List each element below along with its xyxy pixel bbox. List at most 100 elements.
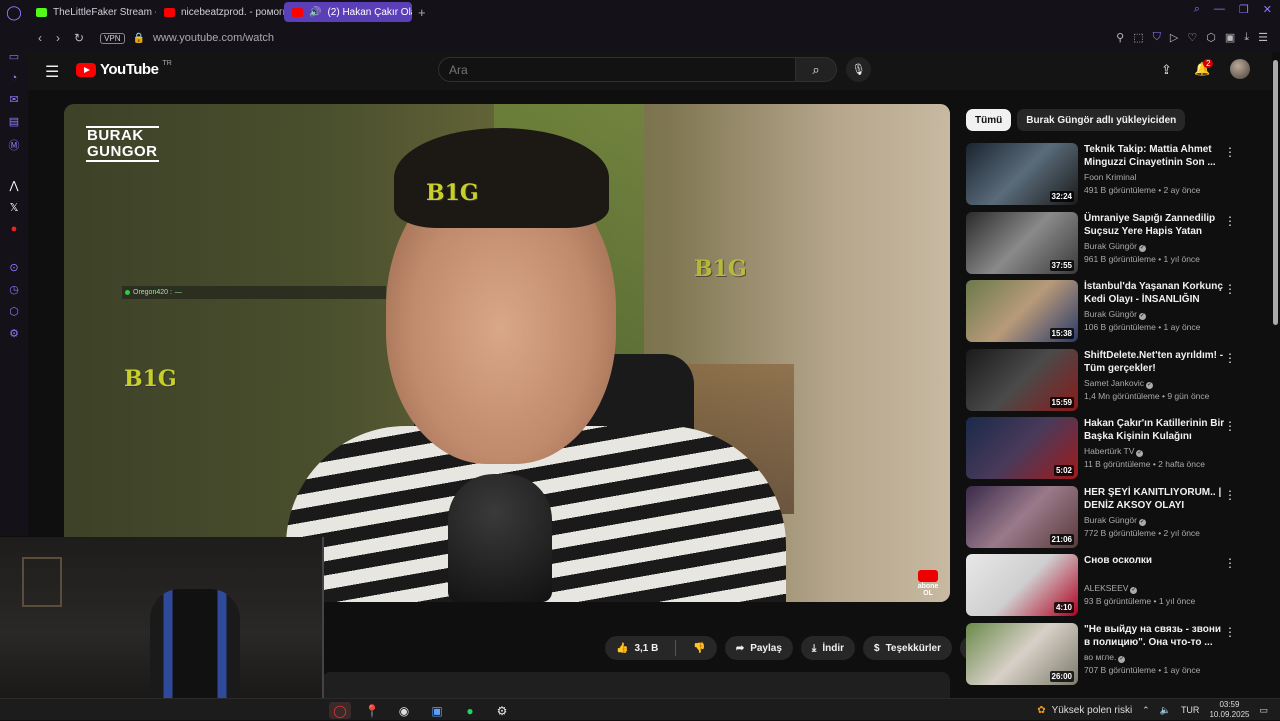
x-icon[interactable]: 𝕏 xyxy=(10,201,19,214)
scrollbar-thumb[interactable] xyxy=(1273,60,1278,325)
opera-logo-icon[interactable]: ◯ xyxy=(0,0,28,24)
new-tab-button[interactable]: + xyxy=(412,5,432,20)
menu-icon[interactable]: ☰ xyxy=(1258,31,1268,44)
hamburger-menu-icon[interactable]: ☰ xyxy=(45,62,59,82)
more-vertical-icon[interactable]: ⋮ xyxy=(1224,214,1236,228)
extensions-icon[interactable]: ⬡ xyxy=(1206,31,1216,44)
search-input[interactable] xyxy=(449,62,795,77)
channel-name[interactable]: ALEKSEEV ✓ xyxy=(1084,583,1224,594)
channel-name[interactable]: Burak Güngör ✓ xyxy=(1084,241,1224,252)
player-icon[interactable]: ⊙ xyxy=(9,261,18,274)
volume-icon[interactable]: 🔈 xyxy=(1160,705,1171,716)
chevron-up-icon[interactable]: ⌃ xyxy=(1142,705,1150,716)
ai-icon[interactable]: ⋀ xyxy=(9,179,18,192)
aria-icon[interactable]: ▭ xyxy=(9,50,19,63)
reload-icon[interactable]: ↻ xyxy=(74,31,84,45)
recommendation-item[interactable]: 15:38 İstanbul'da Yaşanan Korkunç Kedi Ol… xyxy=(966,280,1242,342)
video-title[interactable]: "Не выйду на связь - звони в полицию". О… xyxy=(1084,623,1226,649)
voice-search-button[interactable]: 🎙 xyxy=(846,57,871,82)
avatar[interactable] xyxy=(1230,59,1250,79)
video-player[interactable]: BURAK GUNGOR B1G B1G B1G Oregon420 : — a… xyxy=(64,104,950,602)
video-title[interactable]: HER ŞEYİ KANITLIYORUM.. | DENİZ AKSOY OL… xyxy=(1084,486,1226,512)
heart-icon[interactable]: ♡ xyxy=(1187,31,1197,44)
channel-name[interactable]: Burak Güngör ✓ xyxy=(1084,309,1224,320)
thanks-button[interactable]: $ Teşekkürler xyxy=(863,636,952,660)
clock-icon[interactable]: ◷ xyxy=(9,283,19,296)
tab-youtube-active[interactable]: 🔊 (2) Hakan Çakır Olayı xyxy=(284,2,412,22)
close-icon[interactable]: ✕ xyxy=(1263,3,1272,16)
history-icon[interactable]: ◔ xyxy=(11,72,18,84)
video-thumbnail[interactable]: 21:06 xyxy=(966,486,1078,548)
minimize-icon[interactable]: — xyxy=(1214,3,1225,16)
more-vertical-icon[interactable]: ⋮ xyxy=(1224,419,1236,433)
restore-icon[interactable]: ❐ xyxy=(1239,3,1249,16)
recommendation-item[interactable]: 4:10 Снов осколки ALEKSEEV ✓ 93 B görüntülem… xyxy=(966,554,1242,616)
video-thumbnail[interactable]: 4:10 xyxy=(966,554,1078,616)
url-field[interactable]: www.youtube.com/watch xyxy=(153,32,274,44)
more-vertical-icon[interactable]: ⋮ xyxy=(1224,145,1236,159)
channel-name[interactable]: Burak Güngör ✓ xyxy=(1084,515,1224,526)
shield-icon[interactable]: ⛉ xyxy=(1153,31,1161,44)
language-indicator[interactable]: TUR xyxy=(1181,705,1200,715)
video-thumbnail[interactable]: 37:55 xyxy=(966,212,1078,274)
search-box[interactable] xyxy=(438,57,796,82)
more-vertical-icon[interactable]: ⋮ xyxy=(1224,282,1236,296)
channel-name[interactable]: Habertürk TV ✓ xyxy=(1084,446,1224,457)
recommendation-item[interactable]: 15:59 ShiftDelete.Net'ten ayrıldım! - Tüm… xyxy=(966,349,1242,411)
upload-icon[interactable]: ⇪ xyxy=(1161,62,1172,78)
taskbar-maps-icon[interactable]: 📍 xyxy=(361,702,383,719)
recommendation-item[interactable]: 32:24 Teknik Takip: Mattia Ahmet Minguzzi… xyxy=(966,143,1242,205)
pinboard-icon[interactable]: ▤ xyxy=(9,115,19,128)
box-icon[interactable]: ⬡ xyxy=(9,305,19,318)
channel-name[interactable]: во мгле. ✓ xyxy=(1084,652,1224,663)
taskbar-obs-icon[interactable]: ◉ xyxy=(393,702,415,719)
dislike-button[interactable]: 👎 xyxy=(682,636,716,660)
video-thumbnail[interactable]: 5:02 xyxy=(966,417,1078,479)
recommendation-item[interactable]: 37:55 Ümraniye Sapığı Zannedilip Suçsuz Y… xyxy=(966,212,1242,274)
messenger-icon[interactable]: Ⓜ xyxy=(9,137,20,153)
recommendation-item[interactable]: 26:00 "Не выйду на связь - звони в полици… xyxy=(966,623,1242,685)
chip-all[interactable]: Tümü xyxy=(966,109,1012,131)
taskbar-explorer-icon[interactable]: ▣ xyxy=(426,702,448,719)
pin-icon[interactable]: ⚲ xyxy=(1116,31,1124,44)
vpn-badge[interactable]: VPN xyxy=(100,32,125,44)
more-vertical-icon[interactable]: ⋮ xyxy=(1224,488,1236,502)
video-thumbnail[interactable]: 26:00 xyxy=(966,623,1078,685)
taskbar-settings-icon[interactable]: ⚙ xyxy=(491,702,513,719)
lock-icon[interactable]: 🔒 xyxy=(133,33,145,44)
video-title[interactable]: Hakan Çakır'ın Katillerinin Bir Başka Ki… xyxy=(1084,417,1226,444)
forward-icon[interactable]: › xyxy=(56,31,60,45)
video-thumbnail[interactable]: 15:38 xyxy=(966,280,1078,342)
channel-name[interactable]: Samet Jankovic ✓ xyxy=(1084,378,1224,389)
snapshot-icon[interactable]: ⬚ xyxy=(1133,31,1143,44)
video-title[interactable]: ShiftDelete.Net'ten ayrıldım! - Tüm gerç… xyxy=(1084,349,1226,375)
video-title[interactable]: Снов осколки xyxy=(1084,554,1226,567)
taskbar-spotify-icon[interactable]: ● xyxy=(459,702,481,719)
play-icon[interactable]: ▷ xyxy=(1170,31,1178,44)
download-button[interactable]: ⤓ İndir xyxy=(800,636,855,660)
recommendation-item[interactable]: 21:06 HER ŞEYİ KANITLIYORUM.. | DENİZ AKS… xyxy=(966,486,1242,548)
notification-center-icon[interactable]: ▭ xyxy=(1259,705,1268,716)
more-vertical-icon[interactable]: ⋮ xyxy=(1224,625,1236,639)
video-thumbnail[interactable]: 32:24 xyxy=(966,143,1078,205)
music-icon[interactable]: ● xyxy=(11,223,18,235)
share-button[interactable]: ➦ Paylaş xyxy=(724,636,793,660)
description-box[interactable] xyxy=(322,672,950,698)
recommendation-item[interactable]: 5:02 Hakan Çakır'ın Katillerinin Bir Başk… xyxy=(966,417,1242,479)
back-icon[interactable]: ‹ xyxy=(38,31,42,45)
tab-youtube-nicebeatz[interactable]: nicebeatzprod. - ромоги xyxy=(156,2,284,22)
wallet-icon[interactable]: ▣ xyxy=(1225,31,1235,44)
more-vertical-icon[interactable]: ⋮ xyxy=(1224,351,1236,365)
like-button[interactable]: 👍 3,1 B xyxy=(605,636,669,660)
channel-name[interactable]: Foon Kriminal xyxy=(1084,172,1224,182)
video-title[interactable]: İstanbul'da Yaşanan Korkunç Kedi Olayı -… xyxy=(1084,280,1226,307)
youtube-logo[interactable]: YouTube TR xyxy=(76,60,172,78)
more-vertical-icon[interactable]: ⋮ xyxy=(1224,556,1236,570)
search-button[interactable]: ⌕ xyxy=(795,57,837,82)
chip-from-uploader[interactable]: Burak Güngör adlı yükleyiciden xyxy=(1017,109,1186,131)
tab-kick[interactable]: TheLittleFaker Stream - W xyxy=(28,2,156,22)
search-tabs-icon[interactable]: ⌕ xyxy=(1194,3,1200,16)
clock[interactable]: 03:59 10.09.2025 xyxy=(1209,700,1249,720)
video-thumbnail[interactable]: 15:59 xyxy=(966,349,1078,411)
video-title[interactable]: Teknik Takip: Mattia Ahmet Minguzzi Cina… xyxy=(1084,143,1226,169)
